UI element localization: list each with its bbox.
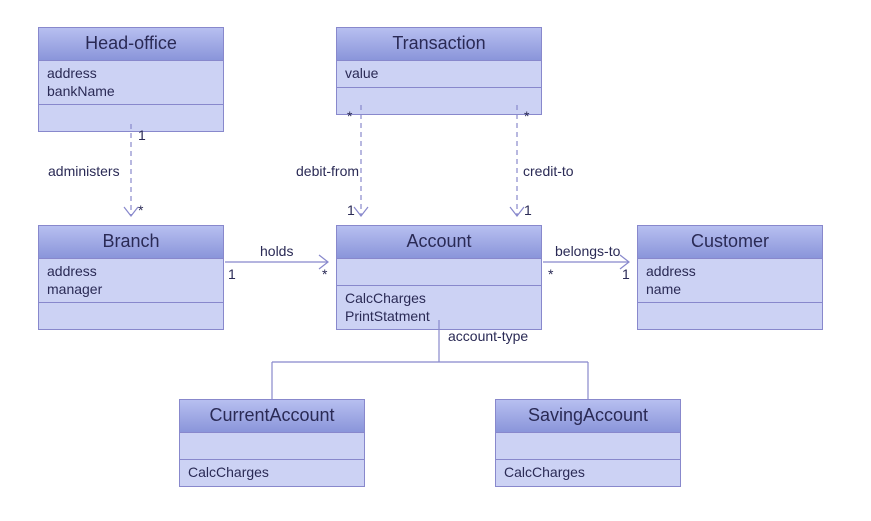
class-operations [39,303,223,329]
class-customer: Customer address name [637,225,823,330]
mult-label: * [347,108,352,124]
class-operations [638,303,822,329]
attr: address [646,263,814,281]
attr: bankName [47,83,215,101]
class-title: CurrentAccount [180,400,364,433]
mult-label: 1 [138,127,146,143]
class-operations: CalcCharges PrintStatment [337,286,541,329]
op: PrintStatment [345,308,533,326]
mult-label: * [524,108,529,124]
class-attributes: address name [638,259,822,303]
class-operations: CalcCharges [496,460,680,486]
class-saving-account: SavingAccount CalcCharges [495,399,681,487]
mult-label: * [322,266,327,282]
class-current-account: CurrentAccount CalcCharges [179,399,365,487]
attr: name [646,281,814,299]
mult-label: * [548,266,553,282]
mult-label: 1 [524,202,532,218]
mult-label: 1 [228,266,236,282]
class-attributes [496,433,680,460]
class-title: Account [337,226,541,259]
class-attributes: address bankName [39,61,223,105]
class-title: Transaction [337,28,541,61]
class-title: SavingAccount [496,400,680,433]
rel-label: administers [48,163,120,179]
rel-label: account-type [448,328,528,344]
rel-label: belongs-to [555,243,620,259]
mult-label: 1 [622,266,630,282]
class-title: Customer [638,226,822,259]
rel-label: credit-to [523,163,574,179]
class-title: Branch [39,226,223,259]
class-attributes: value [337,61,541,88]
attr: address [47,65,215,83]
class-attributes [337,259,541,286]
class-operations [39,105,223,131]
mult-label: * [138,202,143,218]
class-operations: CalcCharges [180,460,364,486]
op: CalcCharges [345,290,533,308]
class-head-office: Head-office address bankName [38,27,224,132]
class-transaction: Transaction value [336,27,542,115]
op: CalcCharges [188,464,356,482]
class-operations [337,88,541,114]
class-attributes: address manager [39,259,223,303]
class-attributes [180,433,364,460]
rel-label: debit-from [296,163,359,179]
op: CalcCharges [504,464,672,482]
mult-label: 1 [347,202,355,218]
class-account: Account CalcCharges PrintStatment [336,225,542,330]
attr: address [47,263,215,281]
rel-label: holds [260,243,293,259]
attr: value [345,65,533,83]
attr: manager [47,281,215,299]
class-branch: Branch address manager [38,225,224,330]
class-title: Head-office [39,28,223,61]
